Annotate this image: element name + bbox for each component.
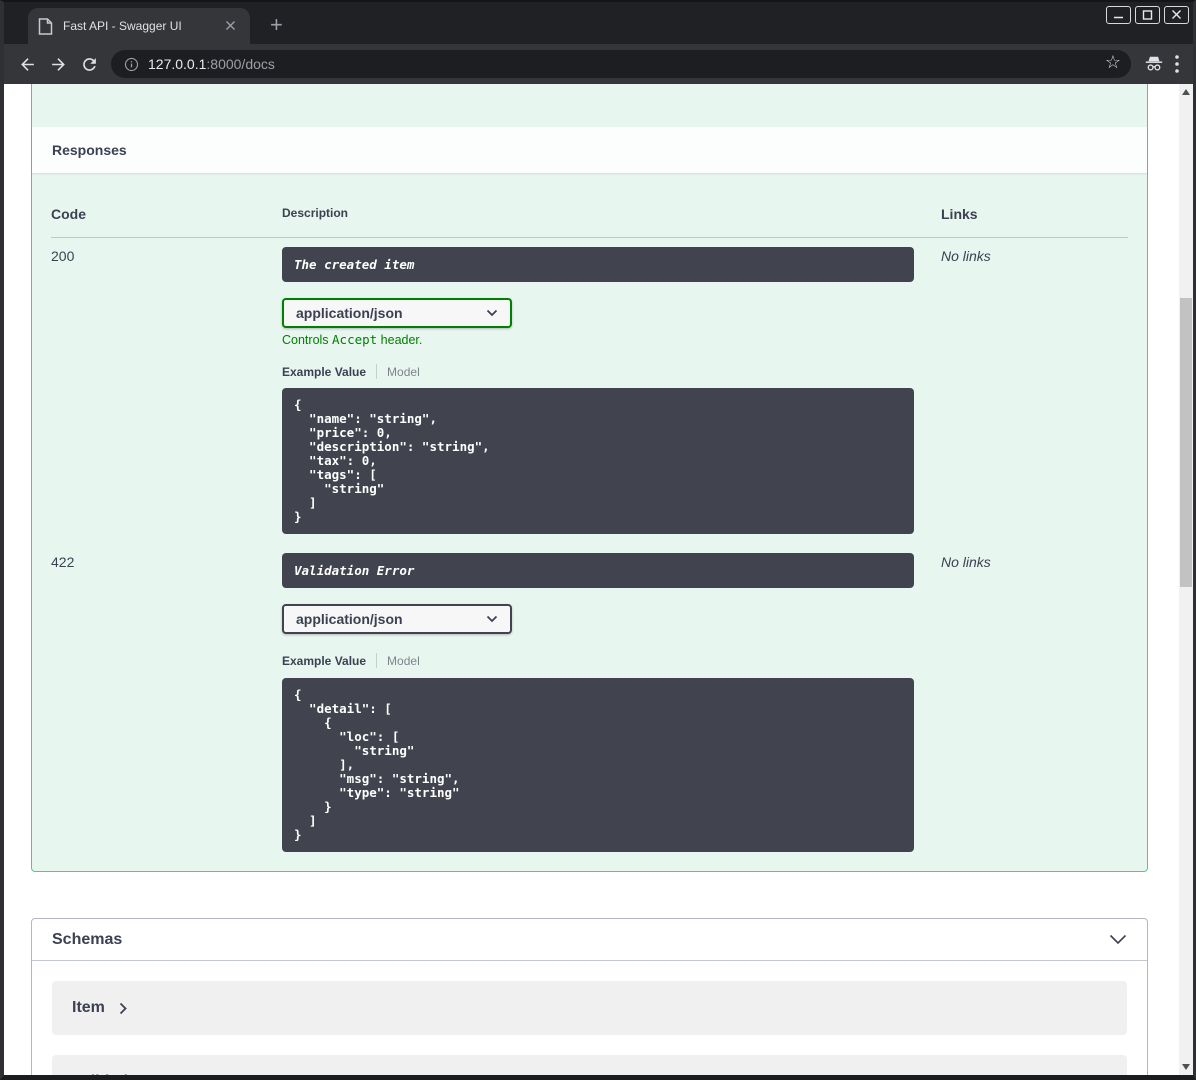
response-description-200: The created item application/json Contro… (282, 238, 941, 544)
tab-model[interactable]: Model (387, 365, 420, 379)
browser-window: Fast API - Swagger UI + 127.0.0.1:8000/d… (0, 0, 1196, 1080)
reload-icon[interactable] (74, 49, 105, 80)
response-description-text: The created item (294, 257, 415, 272)
response-links-200: No links (941, 248, 991, 264)
response-links-422: No links (941, 554, 991, 570)
url-bar[interactable]: 127.0.0.1:8000/docs ☆ (111, 50, 1131, 78)
schemas-title: Schemas (52, 930, 123, 948)
tab-strip: Fast API - Swagger UI + (4, 2, 1193, 44)
example-code-block-422: { "detail": [ { "loc": [ "string" ], "ms… (282, 678, 914, 852)
example-model-tabs: Example Value Model (282, 653, 941, 668)
responses-body: Code Description Links 200 The created i… (32, 173, 1147, 871)
tab-model[interactable]: Model (387, 654, 420, 668)
column-header-links: Links (941, 206, 1128, 238)
scrollbar-down-arrow-icon[interactable] (1182, 1064, 1190, 1070)
tab-example-value[interactable]: Example Value (282, 365, 366, 379)
media-type-value: application/json (296, 305, 403, 321)
response-description-box: The created item (282, 247, 914, 282)
model-validationerror[interactable]: ValidationError (52, 1055, 1127, 1075)
example-json-422: { "detail": [ { "loc": [ "string" ], "ms… (294, 687, 460, 842)
schemas-body: Item ValidationError (32, 961, 1147, 1075)
example-code-block-200: { "name": "string", "price": 0, "descrip… (282, 388, 914, 534)
swagger-page: Responses Code Description Links 200 The… (4, 84, 1193, 1075)
forward-icon[interactable] (43, 49, 74, 80)
url-host: 127.0.0.1 (148, 56, 207, 72)
media-type-select-200[interactable]: application/json (282, 298, 512, 328)
browser-tab[interactable]: Fast API - Swagger UI (28, 8, 250, 44)
model-label: ValidationError (72, 1073, 187, 1075)
example-json-200: { "name": "string", "price": 0, "descrip… (294, 397, 490, 524)
maximize-button[interactable] (1135, 6, 1160, 24)
page-scrollbar[interactable] (1179, 84, 1193, 1075)
post-operation-block: Responses Code Description Links 200 The… (31, 84, 1148, 872)
tab-close-icon[interactable] (221, 18, 240, 35)
response-description-422: Validation Error application/json Exampl… (282, 544, 941, 852)
responses-section-header: Responses (32, 127, 1147, 173)
window-controls (1106, 6, 1189, 24)
accept-note-header: Accept (332, 332, 378, 347)
url-path: :8000/docs (206, 56, 275, 72)
tab-example-value[interactable]: Example Value (282, 654, 366, 668)
responses-table: Code Description Links 200 The created i… (51, 206, 1128, 852)
chevron-down-icon (486, 615, 498, 623)
scrollbar-thumb[interactable] (1180, 298, 1192, 587)
responses-title: Responses (52, 142, 127, 158)
info-icon[interactable] (123, 56, 140, 73)
back-icon[interactable] (12, 49, 43, 80)
example-model-tabs: Example Value Model (282, 364, 941, 379)
toolbar-right (1137, 54, 1185, 74)
response-description-box: Validation Error (282, 553, 914, 588)
chevron-down-icon (486, 309, 498, 317)
model-label: Item (72, 999, 105, 1016)
tab-separator (376, 364, 378, 379)
media-type-select-422[interactable]: application/json (282, 604, 512, 634)
response-code-200: 200 (51, 248, 75, 264)
schemas-section: Schemas Item ValidationError (31, 918, 1148, 1075)
column-header-description: Description (282, 206, 941, 238)
response-description-text: Validation Error (294, 563, 415, 578)
tab-separator (376, 653, 378, 668)
close-button[interactable] (1164, 6, 1189, 24)
schemas-header[interactable]: Schemas (32, 919, 1147, 961)
opblock-top-spacer (32, 84, 1147, 127)
column-header-code: Code (51, 206, 282, 238)
incognito-icon (1143, 54, 1165, 74)
browser-toolbar: 127.0.0.1:8000/docs ☆ (4, 44, 1193, 84)
minimize-button[interactable] (1106, 6, 1131, 24)
response-code-422: 422 (51, 554, 75, 570)
url-text: 127.0.0.1:8000/docs (148, 56, 275, 72)
accept-note-prefix: Controls (282, 333, 333, 347)
kebab-menu-icon[interactable] (1175, 55, 1179, 73)
controls-accept-header-note: Controls Accept header. (282, 332, 941, 347)
chevron-right-icon (119, 1002, 127, 1015)
model-item[interactable]: Item (52, 981, 1127, 1035)
tab-title: Fast API - Swagger UI (63, 19, 182, 33)
new-tab-button[interactable]: + (264, 12, 289, 38)
scrollbar-up-arrow-icon[interactable] (1182, 89, 1190, 95)
accept-note-suffix: header. (377, 333, 423, 347)
favicon-document-icon (38, 17, 53, 35)
media-type-value: application/json (296, 611, 403, 627)
star-icon[interactable]: ☆ (1105, 52, 1121, 73)
chevron-down-icon[interactable] (1109, 934, 1127, 945)
